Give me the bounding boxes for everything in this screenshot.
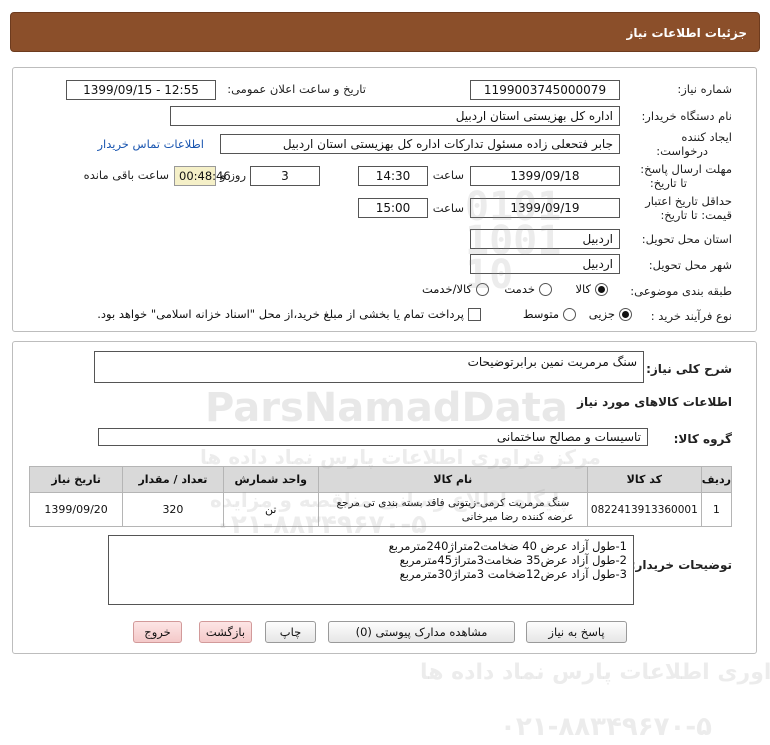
deadline-time-label: ساعت	[432, 168, 464, 182]
print-button[interactable]: چاپ	[265, 621, 316, 643]
col-date-header: تاریخ نیاز	[28, 466, 124, 493]
need-number-label: شماره نیاز:	[677, 82, 732, 96]
cell-date: 1399/09/20	[28, 492, 124, 527]
category-option-service[interactable]: خدمت	[504, 282, 552, 296]
cell-name-line1: سنگ مرمریت کرمی-زیتونی فاقد بسته بندی تی…	[336, 496, 570, 509]
cell-row: 1	[700, 492, 733, 527]
buyer-org-label: نام دستگاه خریدار:	[641, 109, 732, 123]
announce-label: تاریخ و ساعت اعلان عمومی:	[227, 82, 366, 96]
radio-selected-icon[interactable]	[619, 307, 632, 321]
category-option-service-label: خدمت	[504, 282, 535, 296]
remaining-time-field: 00:48:46	[174, 166, 231, 186]
col-name-header: نام کالا	[317, 466, 588, 493]
radio-icon[interactable]	[539, 282, 552, 296]
province-field: اردبیل	[470, 229, 620, 249]
category-option-goods-label: کالا	[575, 282, 591, 296]
category-option-both-label: کالا/خدمت	[421, 282, 472, 296]
deadline-time-field: 14:30	[358, 166, 428, 186]
validity-label-1: حداقل تاریخ اعتبار	[645, 194, 732, 208]
col-unit-header: واحد شمارش	[222, 466, 319, 493]
cell-unit: تن	[222, 492, 319, 527]
checkbox-icon[interactable]	[468, 307, 481, 321]
buyer-org-field: اداره کل بهزیستی استان اردبیل	[170, 106, 620, 126]
items-table: ردیف کد کالا نام کالا واحد شمارش تعداد /…	[28, 466, 733, 527]
radio-selected-icon[interactable]	[595, 282, 608, 296]
category-label: طبقه بندی موضوعی:	[630, 284, 732, 298]
process-option-medium[interactable]: متوسط	[523, 307, 576, 321]
process-option-medium-label: متوسط	[522, 307, 559, 321]
category-option-both[interactable]: کالا/خدمت	[422, 282, 489, 296]
category-option-goods[interactable]: کالا	[575, 282, 608, 296]
buyer-note-line: 1-طول آزاد عرض 40 ضخامت2متراژ240مترمربع	[388, 539, 627, 553]
province-label: استان محل تحویل:	[641, 232, 732, 246]
attachments-button[interactable]: مشاهده مدارک پیوستی (0)	[328, 621, 515, 643]
radio-icon[interactable]	[476, 282, 489, 296]
buyer-notes-label: توضیحات خریدار:	[630, 558, 732, 572]
creator-label-2: درخواست:	[656, 144, 708, 158]
process-label: نوع فرآیند خرید :	[650, 309, 732, 323]
deadline-label-1: مهلت ارسال پاسخ:	[640, 162, 732, 176]
col-qty-header: تعداد / مقدار	[122, 466, 224, 493]
need-number-field: 1199003745000079	[470, 80, 620, 100]
deadline-label-2: تا تاریخ:	[649, 176, 687, 190]
validity-time-label: ساعت	[432, 201, 464, 215]
col-row-header: ردیف	[700, 466, 733, 493]
col-code-header: کد کالا	[586, 466, 702, 493]
radio-icon[interactable]	[563, 307, 576, 321]
validity-label-2: قیمت: تا تاریخ:	[660, 208, 732, 222]
window-title: جزئیات اطلاعات نیاز	[10, 12, 760, 52]
remaining-label: ساعت باقی مانده	[83, 168, 169, 182]
buyer-note-line: 2-طول آزاد عرض35 ضخامت3متراژ45مترمربع	[399, 553, 627, 567]
buyer-notes-box: 1-طول آزاد عرض 40 ضخامت2متراژ240مترمربع …	[108, 535, 634, 605]
process-option-minor-label: جزیی	[588, 307, 615, 321]
summary-label: شرح کلی نیاز:	[646, 362, 732, 376]
watermark-tagline-bottom: مرکز فراوری اطلاعات پارس نماد داده ها	[420, 660, 770, 685]
exit-button[interactable]: خروج	[133, 621, 182, 643]
city-field: اردبیل	[470, 254, 620, 274]
table-header-row: ردیف کد کالا نام کالا واحد شمارش تعداد /…	[28, 466, 733, 493]
city-label: شهر محل تحویل:	[648, 258, 732, 272]
summary-field: سنگ مرمریت نمین برابرتوضیحات	[94, 351, 644, 383]
cell-code: 0822413913360001	[586, 492, 702, 527]
group-field: تاسیسات و مصالح ساختمانی	[98, 428, 648, 446]
group-label: گروه کالا:	[673, 432, 732, 446]
cell-name: سنگ مرمریت کرمی-زیتونی فاقد بسته بندی تی…	[317, 492, 588, 527]
announce-field: 1399/09/15 - 12:55	[66, 80, 216, 100]
validity-time-field: 15:00	[358, 198, 428, 218]
days-field: 3	[250, 166, 320, 186]
treasury-payment-note: پرداخت تمام یا بخشی از مبلغ خرید،از محل …	[97, 307, 464, 321]
table-row: 1 0822413913360001 سنگ مرمریت کرمی-زیتون…	[28, 492, 733, 527]
buyer-note-line: 3-طول آزاد عرض12ضخامت 3متراژ30مترمربع	[399, 567, 627, 581]
cell-name-line2: عرضه کننده رضا میرخانی	[461, 510, 574, 523]
back-button[interactable]: بازگشت	[199, 621, 252, 643]
watermark-phone-bottom: ۰۲۱-۸۸۳۴۹۶۷۰-۵	[500, 712, 713, 742]
goods-info-title: اطلاعات کالاهای مورد نیاز	[577, 395, 732, 409]
process-option-minor[interactable]: جزیی	[589, 307, 632, 321]
creator-field: جابر فتحعلی زاده مسئول تدارکات اداره کل …	[220, 134, 620, 154]
cell-qty: 320	[122, 492, 224, 527]
creator-label-1: ایجاد کننده	[681, 130, 732, 144]
treasury-payment-checkbox[interactable]: پرداخت تمام یا بخشی از مبلغ خرید،از محل …	[97, 307, 481, 321]
buyer-contact-link[interactable]: اطلاعات تماس خریدار	[97, 137, 204, 151]
deadline-date-field: 1399/09/18	[470, 166, 620, 186]
reply-button[interactable]: پاسخ به نیاز	[526, 621, 627, 643]
validity-date-field: 1399/09/19	[470, 198, 620, 218]
